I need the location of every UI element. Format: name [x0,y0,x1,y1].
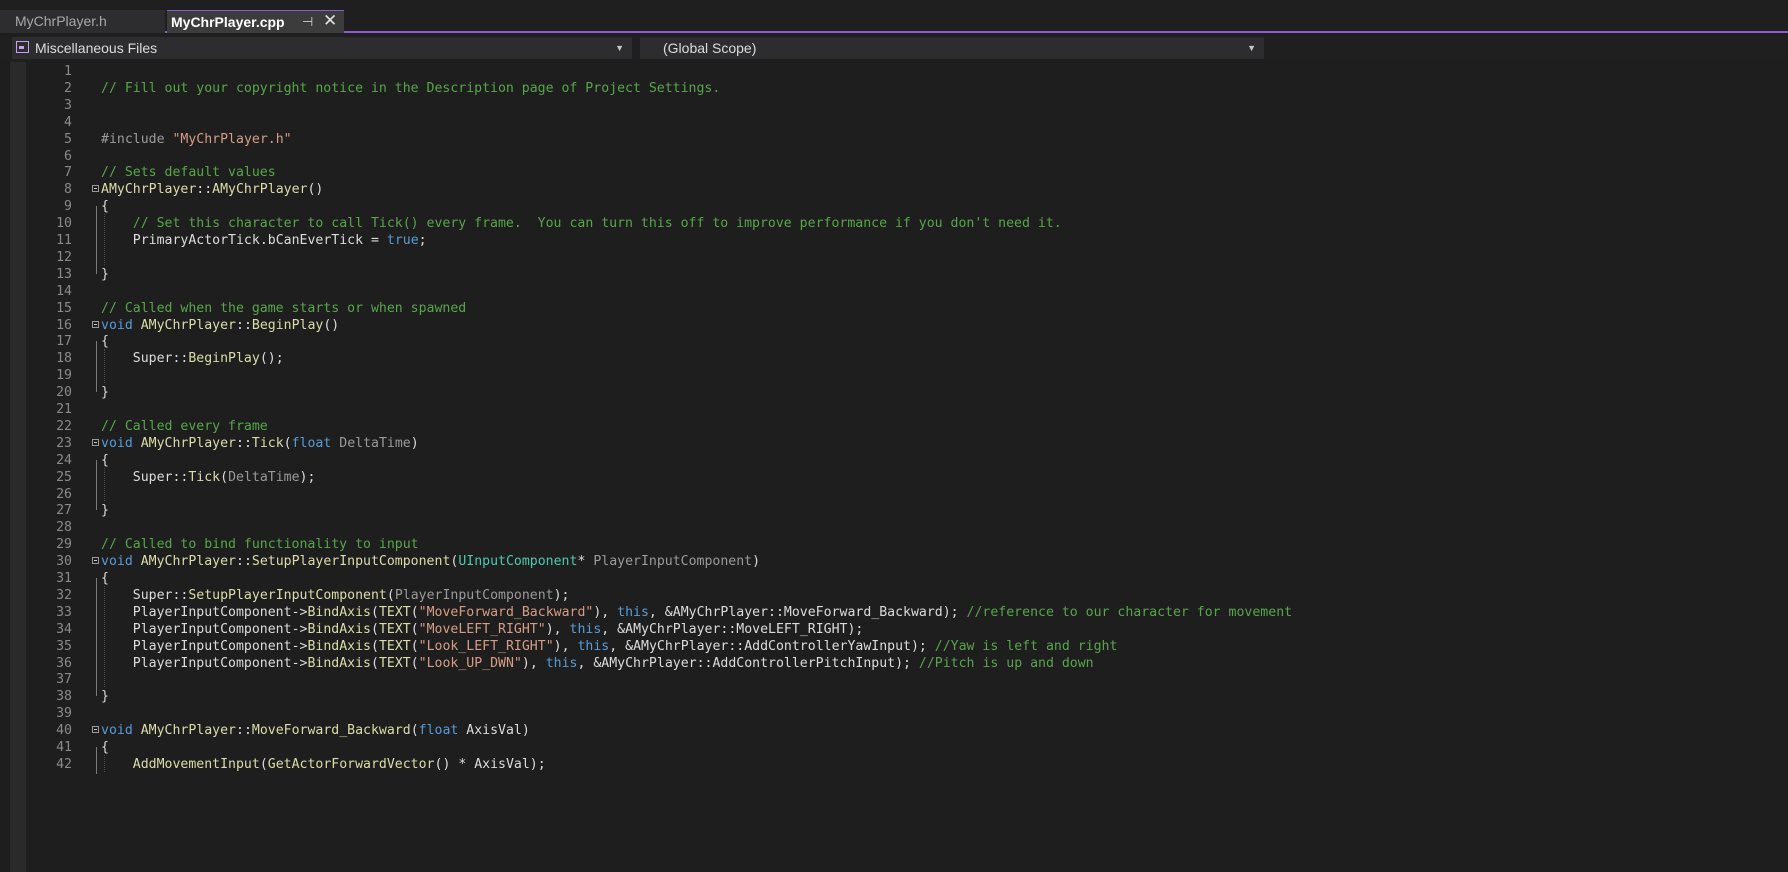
document-tab-strip: MyChrPlayer.h MyChrPlayer.cpp ⊣ ✕ [0,0,1788,33]
code-text: AddMovementInput(GetActorForwardVector()… [132,756,546,772]
collapse-region-icon[interactable] [92,726,99,734]
tab-mychrplayer-cpp[interactable]: MyChrPlayer.cpp ⊣ ✕ [167,10,344,33]
project-dropdown[interactable]: Miscellaneous Files ▼ [12,37,632,59]
indent-guide [104,754,106,772]
scope-line [96,578,97,697]
tab-label: MyChrPlayer.cpp [171,14,285,30]
collapse-region-icon[interactable] [92,320,99,328]
scope-line [96,341,97,393]
scope-dropdown-value: (Global Scope) [663,40,757,56]
indent-guide [104,585,106,688]
project-dropdown-value: Miscellaneous Files [35,40,158,56]
scope-dropdown[interactable]: (Global Scope) ▼ [640,37,1264,59]
collapse-region-icon[interactable] [92,557,99,565]
chevron-down-icon: ▼ [1247,43,1256,53]
collapse-region-icon[interactable] [92,185,99,193]
indent-guide [104,214,106,265]
scope-line [96,459,97,511]
code-line[interactable]: 42 AddMovementInput(GetActorForwardVecto… [0,755,1788,774]
code-editor[interactable]: 1 2// Fill out your copyright notice in t… [0,62,1788,872]
tab-label: MyChrPlayer.h [15,13,107,29]
tab-mychrplayer-h[interactable]: MyChrPlayer.h [0,10,165,33]
indent-guide [104,467,106,502]
scope-line [96,206,97,274]
line-number: 42 [56,756,72,772]
chevron-down-icon: ▼ [615,43,624,53]
scope-line [96,747,97,774]
collapse-region-icon[interactable] [92,438,99,446]
project-files-icon [16,41,29,53]
pin-icon[interactable]: ⊣ [302,11,313,33]
indent-guide [104,349,106,384]
navigation-bar: Miscellaneous Files ▼ (Global Scope) ▼ [0,35,1788,63]
close-icon[interactable]: ✕ [323,10,337,32]
